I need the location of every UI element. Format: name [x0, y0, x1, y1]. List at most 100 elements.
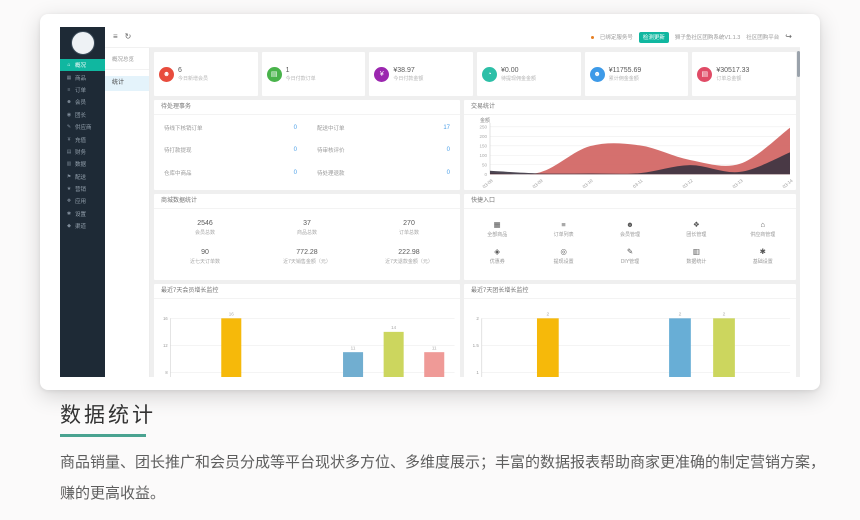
mall-stat-value: 222.98	[358, 249, 460, 256]
stat-card-value: ¥11755.69	[609, 66, 642, 76]
todo-row: 待打款提现0待审核评价0	[164, 146, 450, 154]
quick-entry-diy-manage[interactable]: ✎ DIY管理	[597, 248, 663, 265]
paid-orders-icon: ▤	[267, 67, 282, 82]
quick-entry-member-manage[interactable]: ☻会员管理	[597, 221, 663, 238]
mall-stat-value: 90	[154, 249, 256, 256]
orders-icon: ≡	[66, 87, 72, 93]
total-commission-icon: ☻	[590, 67, 605, 82]
suppliers-icon: ✎	[66, 124, 72, 130]
check-update-button[interactable]: 检测更新	[639, 32, 669, 43]
todo-item: 待处理退款0	[317, 169, 450, 177]
svg-text:16: 16	[163, 316, 168, 321]
leader-chart-title: 最近7天团长增长监控	[464, 284, 796, 299]
mall-stat-value: 772.28	[256, 249, 358, 256]
sidebar-item-settings[interactable]: ✱设置	[60, 208, 105, 220]
menu-toggle-icon[interactable]: ≡	[113, 33, 118, 41]
todo-item-count[interactable]: 0	[447, 147, 450, 153]
mall-stat-cell: 2546会员总数	[154, 220, 256, 236]
todo-row: 待线下核销订单0配送中订单17	[164, 124, 450, 132]
sidebar-item-suppliers[interactable]: ✎供应商	[60, 121, 105, 133]
svg-text:11: 11	[351, 345, 356, 350]
stat-card-label: 今日付款订单	[286, 75, 316, 82]
sidebar-item-data[interactable]: ▥数据	[60, 158, 105, 170]
status-dot	[591, 36, 594, 39]
settings-icon: ✱	[66, 211, 72, 217]
sidebar-item-label: 会员	[75, 98, 86, 106]
mall-stat-value: 270	[358, 220, 460, 227]
quick-entry-withdraw-settings[interactable]: ◎提现设置	[530, 248, 596, 265]
sidebar-item-recharge[interactable]: ¥充值	[60, 133, 105, 145]
svg-text:8: 8	[165, 370, 168, 375]
quick-entry-base-settings[interactable]: ✱基础设置	[730, 248, 796, 265]
sidebar-item-overview[interactable]: ⌂概况	[60, 59, 105, 71]
svg-text:2: 2	[546, 311, 549, 317]
diy-manage-icon: ✎	[597, 248, 663, 256]
mall-stat-cell: 222.98近7天退款金额（元）	[358, 249, 460, 265]
goods-icon: ▦	[66, 75, 72, 81]
sidebar-item-label: 营销	[75, 185, 86, 193]
quick-entry-label: DIY管理	[597, 258, 663, 265]
stat-card-text: ¥30517.33订单总金额	[716, 66, 749, 83]
svg-text:03-13: 03-13	[732, 178, 744, 189]
stat-card-text: ¥0.00待提现佣金金额	[501, 66, 536, 83]
topbar: ≡ ↻ 已绑定服务号 检测更新 狮子鱼社区团购系统V1.1.3 社区团购平台 ↪	[105, 27, 800, 48]
order-total-icon: ▤	[697, 67, 712, 82]
svg-text:03-11: 03-11	[632, 178, 644, 189]
todo-item-count[interactable]: 0	[447, 170, 450, 176]
bound-account-text: 已绑定服务号	[600, 33, 633, 41]
stat-card-label: 今日付款金额	[393, 75, 423, 82]
sidebar-item-orders[interactable]: ≡订单	[60, 84, 105, 96]
quick-entry-label: 订单列表	[530, 231, 596, 238]
sub-sidebar-item-stats[interactable]: 统计	[105, 76, 149, 91]
refresh-icon[interactable]: ↻	[125, 33, 132, 41]
recharge-icon: ¥	[66, 137, 72, 143]
quick-entry-leader-manage[interactable]: ❖团长管理	[663, 221, 729, 238]
trade-panel-title: 交易统计	[464, 100, 796, 115]
sidebar-item-label: 概况	[75, 61, 86, 69]
sub-sidebar-header: 概况总览	[105, 48, 149, 70]
sidebar-item-finance[interactable]: ▤财务	[60, 146, 105, 158]
leader-manage-icon: ❖	[663, 221, 729, 229]
svg-text:12: 12	[163, 343, 168, 348]
stat-card-new-members: ☻6今日新增会员	[154, 52, 258, 96]
todo-item-count[interactable]: 17	[443, 125, 450, 131]
quick-entry-coupon[interactable]: ◈优惠券	[464, 248, 530, 265]
quick-entry-supplier-manage[interactable]: ⌂供应商管理	[730, 221, 796, 238]
stat-card-value: 6	[178, 66, 208, 76]
quick-entry-label: 提现设置	[530, 258, 596, 265]
sidebar-item-apps[interactable]: ❖应用	[60, 195, 105, 207]
todo-item-label: 仓库中商品	[164, 169, 192, 177]
sidebar-item-marketing[interactable]: ★营销	[60, 183, 105, 195]
member-manage-icon: ☻	[597, 221, 663, 229]
stat-card-pending-withdraw: ◔¥0.00待提现佣金金额	[477, 52, 581, 96]
leader-growth-bar-chart: 00.511.5203-08203-0903-1003-11203-12203-…	[464, 299, 796, 377]
sidebar-item-goods[interactable]: ▦商品	[60, 71, 105, 83]
svg-text:1.5: 1.5	[473, 343, 480, 348]
apps-icon: ❖	[66, 198, 72, 204]
svg-text:16: 16	[229, 311, 234, 316]
logout-icon[interactable]: ↪	[785, 33, 792, 41]
platform-link[interactable]: 社区团购平台	[746, 33, 779, 41]
supplier-manage-icon: ⌂	[730, 221, 796, 229]
quick-entry-all-goods[interactable]: ▦全部商品	[464, 221, 530, 238]
data-icon: ▥	[66, 161, 72, 167]
sidebar-item-members[interactable]: ☻会员	[60, 96, 105, 108]
sidebar-item-delivery[interactable]: ⚑配送	[60, 171, 105, 183]
todo-item: 待审核评价0	[317, 146, 450, 154]
quick-entry-order-list[interactable]: ≡订单列表	[530, 221, 596, 238]
sidebar-item-channel[interactable]: ◆渠道	[60, 220, 105, 232]
todo-item-count[interactable]: 0	[294, 170, 297, 176]
todo-row: 仓库中商品0待处理退款0	[164, 169, 450, 177]
trade-stats-panel: 交易统计 050100150200250金额03-0803-0903-1003-…	[464, 100, 796, 190]
stat-card-value: 1	[286, 66, 316, 76]
scrollbar-thumb[interactable]	[797, 51, 800, 77]
todo-item-label: 待线下核销订单	[164, 124, 203, 132]
stat-card-value: ¥30517.33	[716, 66, 749, 76]
quick-entry-data-stats[interactable]: ▥数据统计	[663, 248, 729, 265]
todo-item-count[interactable]: 0	[294, 125, 297, 131]
stat-card-text: 6今日新增会员	[178, 66, 208, 83]
todo-item-count[interactable]: 0	[294, 147, 297, 153]
stat-card-total-commission: ☻¥11755.69累计佣金金额	[585, 52, 689, 96]
todo-item-label: 待打款提现	[164, 146, 192, 154]
sidebar-item-leaders[interactable]: ◉团长	[60, 109, 105, 121]
